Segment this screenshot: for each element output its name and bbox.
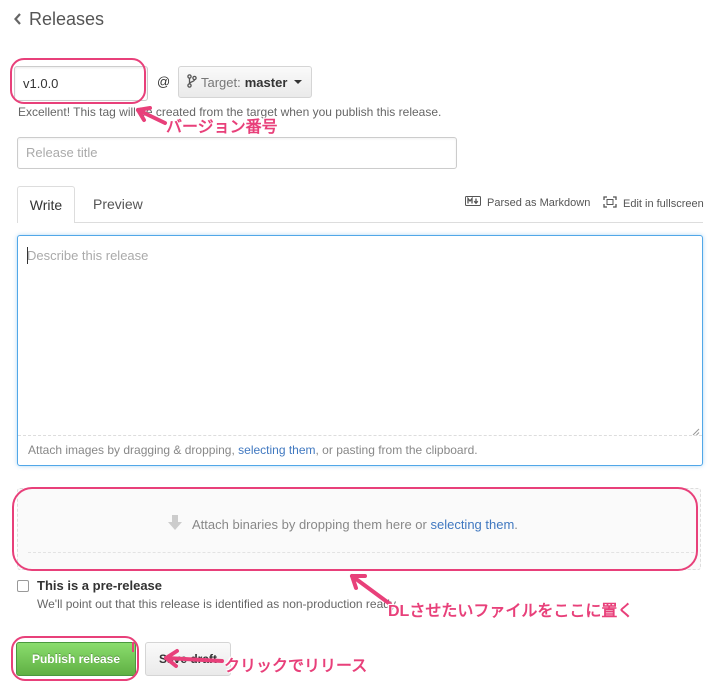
select-images-link[interactable]: selecting them	[238, 443, 315, 457]
back-to-releases-link[interactable]: Releases	[14, 6, 104, 32]
target-branch-name: master	[244, 74, 288, 90]
description-placeholder: Describe this release	[27, 248, 149, 263]
fullscreen-icon	[603, 196, 617, 211]
chevron-down-icon	[294, 80, 303, 84]
fullscreen-label: Edit in fullscreen	[623, 197, 704, 210]
annotation-highlight-publish	[11, 636, 139, 681]
tab-write[interactable]: Write	[17, 186, 75, 223]
annotation-files-label: DLさせたいファイルをここに置く	[388, 603, 634, 620]
at-symbol: @	[157, 74, 171, 89]
save-draft-button[interactable]: Save draft	[145, 642, 231, 676]
prerelease-label[interactable]: This is a pre-release	[37, 578, 162, 593]
annotation-highlight-dropzone	[12, 487, 698, 571]
prerelease-description: We'll point out that this release is ide…	[37, 597, 399, 611]
fullscreen-button[interactable]: Edit in fullscreen	[603, 196, 704, 211]
tab-preview[interactable]: Preview	[93, 186, 143, 223]
markdown-help-link[interactable]: Parsed as Markdown	[465, 196, 590, 209]
git-branch-icon	[187, 73, 197, 91]
annotation-highlight-version	[10, 58, 146, 104]
attach-prefix: Attach images by dragging & dropping,	[28, 443, 239, 457]
release-title-input[interactable]: Release title	[17, 137, 457, 169]
prerelease-checkbox[interactable]	[17, 580, 29, 592]
markdown-icon	[465, 196, 481, 209]
chevron-left-icon	[14, 13, 22, 25]
release-description-textarea[interactable]	[17, 235, 703, 466]
markdown-label: Parsed as Markdown	[487, 196, 591, 209]
target-branch-select[interactable]: Target: master	[178, 66, 312, 98]
annotation-version-label: バージョン番号	[166, 119, 278, 136]
annotation-click-label: クリックでリリース	[224, 658, 368, 675]
attach-suffix: , or pasting from the clipboard.	[315, 443, 478, 457]
editor-divider	[18, 435, 702, 436]
resize-handle-icon[interactable]	[692, 424, 700, 439]
page-title: Releases	[29, 8, 105, 29]
attach-images-text: Attach images by dragging & dropping, se…	[28, 443, 478, 457]
target-prefix: Target:	[201, 74, 241, 90]
